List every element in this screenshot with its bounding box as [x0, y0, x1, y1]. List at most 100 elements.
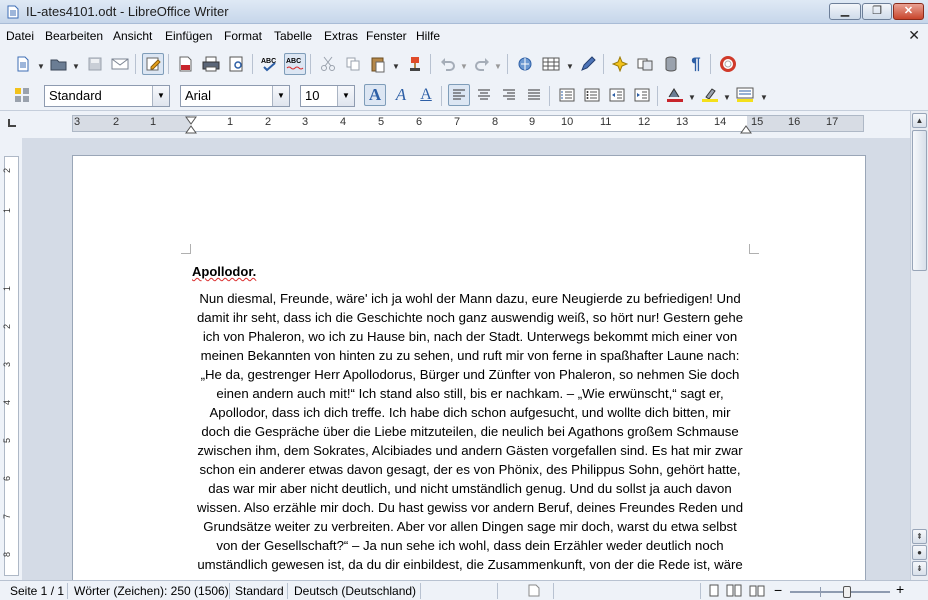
scrollbar-thumb[interactable]	[912, 130, 927, 271]
vertical-scrollbar[interactable]: ▲ ⇞ ● ⇟	[910, 111, 928, 580]
text-line: doch die Gespräche über die Liebe mitzut…	[201, 424, 739, 439]
document-page[interactable]: Apollodor. Nun diesmal, Freunde, wäre' i…	[72, 155, 866, 580]
export-pdf-icon[interactable]	[174, 53, 196, 75]
menu-bar: Datei Bearbeiten Ansicht Einfügen Format…	[0, 24, 928, 48]
align-center-icon[interactable]	[473, 84, 495, 106]
menu-fenster[interactable]: Fenster	[366, 29, 407, 43]
menu-einfuegen[interactable]: Einfügen	[165, 29, 212, 43]
menu-datei[interactable]: Datei	[6, 29, 34, 43]
justify-icon[interactable]	[523, 84, 545, 106]
previous-page-icon[interactable]: ⇞	[912, 529, 927, 544]
cut-icon[interactable]	[317, 53, 339, 75]
help-icon[interactable]	[717, 53, 739, 75]
edit-mode-icon[interactable]	[142, 53, 164, 75]
font-size-select[interactable]: 10 ▼	[300, 85, 355, 107]
numbering-icon[interactable]	[556, 84, 578, 106]
underline-icon[interactable]: A	[415, 84, 437, 106]
menu-format[interactable]: Format	[224, 29, 262, 43]
draw-functions-icon[interactable]	[577, 53, 599, 75]
zoom-slider-thumb[interactable]	[843, 586, 851, 598]
clone-formatting-icon[interactable]	[404, 53, 426, 75]
redo-icon[interactable]	[471, 53, 493, 75]
book-view-icon[interactable]	[749, 584, 765, 597]
maximize-button[interactable]: ❐	[862, 3, 892, 20]
bold-icon[interactable]: A	[364, 84, 386, 106]
bullets-icon[interactable]	[581, 84, 603, 106]
document-modified-icon[interactable]	[528, 584, 540, 597]
minimize-button[interactable]: ▁	[829, 3, 861, 20]
document-area[interactable]: Apollodor. Nun diesmal, Freunde, wäre' i…	[22, 138, 910, 580]
new-document-icon[interactable]	[12, 53, 34, 75]
align-right-icon[interactable]	[498, 84, 520, 106]
ruler-number: 1	[150, 116, 157, 128]
chevron-down-icon[interactable]: ▼	[337, 86, 354, 106]
menu-hilfe[interactable]: Hilfe	[416, 29, 440, 43]
navigator-icon[interactable]	[609, 53, 631, 75]
zoom-out-icon[interactable]: −	[774, 582, 782, 598]
autospellcheck-icon[interactable]: ABC	[284, 53, 306, 75]
email-icon[interactable]	[109, 53, 131, 75]
open-dropdown-icon[interactable]: ▼	[72, 62, 80, 71]
chevron-down-icon[interactable]: ▼	[272, 86, 289, 106]
ruler-number: 14	[714, 116, 727, 128]
paste-icon[interactable]	[367, 53, 389, 75]
open-icon[interactable]	[48, 53, 70, 75]
increase-indent-icon[interactable]	[631, 84, 653, 106]
undo-dropdown-icon[interactable]: ▼	[460, 62, 468, 71]
highlighting-dropdown-icon[interactable]: ▼	[723, 93, 731, 102]
font-color-dropdown-icon[interactable]: ▼	[688, 93, 696, 102]
background-color-icon[interactable]	[734, 84, 756, 106]
page-style[interactable]: Standard	[235, 584, 284, 598]
formatting-marks-icon[interactable]: ¶	[685, 53, 707, 75]
menu-bearbeiten[interactable]: Bearbeiten	[45, 29, 103, 43]
language[interactable]: Deutsch (Deutschland)	[294, 584, 416, 598]
menu-ansicht[interactable]: Ansicht	[113, 29, 152, 43]
indent-marker-icon[interactable]	[185, 116, 197, 134]
highlighting-icon[interactable]	[699, 84, 721, 106]
italic-icon[interactable]: A	[390, 84, 412, 106]
menu-extras[interactable]: Extras	[324, 29, 358, 43]
print-preview-icon[interactable]	[226, 53, 248, 75]
close-document-icon[interactable]: ✕	[908, 27, 920, 44]
zoom-in-icon[interactable]: +	[896, 581, 904, 597]
new-dropdown-icon[interactable]: ▼	[37, 62, 45, 71]
ruler-number: 9	[529, 116, 536, 128]
spellcheck-icon[interactable]: ABC	[259, 53, 281, 75]
styles-icon[interactable]	[11, 84, 33, 106]
ruler-number: 6	[2, 476, 12, 482]
paragraph-style-value: Standard	[49, 88, 102, 103]
close-button[interactable]: ✕	[893, 3, 924, 20]
print-icon[interactable]	[200, 53, 222, 75]
next-page-icon[interactable]: ⇟	[912, 561, 927, 576]
font-color-icon[interactable]	[664, 84, 686, 106]
hyperlink-icon[interactable]	[514, 53, 536, 75]
document-paragraph[interactable]: Nun diesmal, Freunde, wäre' ich ja wohl …	[191, 289, 749, 574]
document-heading[interactable]: Apollodor.	[192, 264, 256, 279]
gallery-icon[interactable]	[634, 53, 656, 75]
paste-dropdown-icon[interactable]: ▼	[392, 62, 400, 71]
ruler-number: 3	[2, 362, 12, 368]
navigation-icon[interactable]: ●	[912, 545, 927, 560]
data-sources-icon[interactable]	[660, 53, 682, 75]
align-left-icon[interactable]	[448, 84, 470, 106]
undo-icon[interactable]	[437, 53, 459, 75]
table-dropdown-icon[interactable]: ▼	[566, 62, 574, 71]
copy-icon[interactable]	[342, 53, 364, 75]
paragraph-style-select[interactable]: Standard ▼	[44, 85, 170, 107]
menu-tabelle[interactable]: Tabelle	[274, 29, 312, 43]
decrease-indent-icon[interactable]	[606, 84, 628, 106]
font-name-select[interactable]: Arial ▼	[180, 85, 290, 107]
ruler-number: 17	[826, 116, 839, 128]
background-color-dropdown-icon[interactable]: ▼	[760, 93, 768, 102]
table-icon[interactable]	[540, 53, 562, 75]
scroll-up-icon[interactable]: ▲	[912, 113, 927, 128]
redo-dropdown-icon[interactable]: ▼	[494, 62, 502, 71]
multi-page-view-icon[interactable]	[726, 584, 742, 597]
chevron-down-icon[interactable]: ▼	[152, 86, 169, 106]
zoom-slider[interactable]	[790, 586, 890, 598]
word-count[interactable]: Wörter (Zeichen): 250 (1506)	[74, 584, 229, 598]
tab-type-icon[interactable]	[8, 119, 16, 127]
single-page-view-icon[interactable]	[708, 584, 720, 597]
save-icon[interactable]	[84, 53, 106, 75]
page-indicator[interactable]: Seite 1 / 1	[10, 584, 64, 598]
